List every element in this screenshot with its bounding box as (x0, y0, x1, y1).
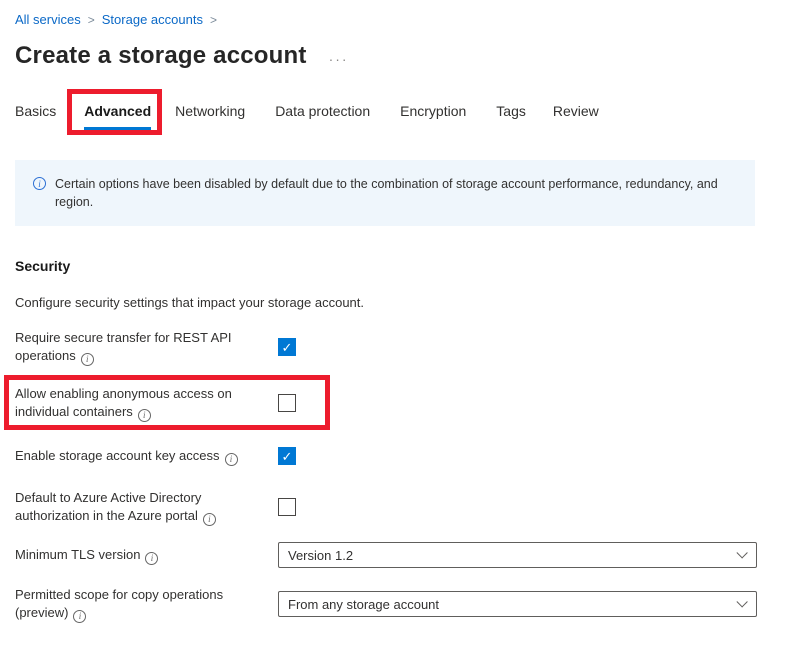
setting-row-min-tls: Minimum TLS version Version 1.2 (15, 542, 755, 568)
setting-row-copy-scope: Permitted scope for copy operations (pre… (15, 586, 755, 622)
checkbox-aad-authorization[interactable] (278, 498, 296, 516)
breadcrumb-link-all-services[interactable]: All services (15, 12, 81, 27)
dropdown-selected-value: From any storage account (288, 597, 736, 612)
tab-basics[interactable]: Basics (15, 103, 56, 130)
info-banner: Certain options have been disabled by de… (15, 160, 755, 226)
tab-data-protection[interactable]: Data protection (275, 103, 370, 130)
tab-tags[interactable]: Tags (496, 103, 526, 130)
breadcrumb-separator-icon: > (210, 13, 217, 27)
breadcrumb: All services > Storage accounts > (15, 12, 755, 28)
tab-review[interactable]: Review (553, 103, 599, 130)
info-icon[interactable] (73, 610, 86, 623)
more-options-icon[interactable]: ··· (329, 51, 349, 67)
dropdown-copy-scope[interactable]: From any storage account (278, 591, 757, 617)
info-icon[interactable] (138, 409, 151, 422)
tab-bar: Basics Advanced Networking Data protecti… (15, 103, 755, 130)
setting-label: Enable storage account key access (15, 447, 265, 465)
section-heading-security: Security (15, 258, 755, 274)
setting-label: Permitted scope for copy operations (pre… (15, 586, 265, 622)
setting-row-secure-transfer: Require secure transfer for REST API ope… (15, 329, 755, 365)
page-title: Create a storage account (15, 41, 307, 71)
checkbox-require-secure-transfer[interactable] (278, 338, 296, 356)
tab-networking[interactable]: Networking (175, 103, 245, 130)
checkbox-key-access[interactable] (278, 447, 296, 465)
info-icon[interactable] (81, 353, 94, 366)
dropdown-min-tls-version[interactable]: Version 1.2 (278, 542, 757, 568)
tab-encryption[interactable]: Encryption (400, 103, 466, 130)
info-icon[interactable] (203, 513, 216, 526)
breadcrumb-link-storage-accounts[interactable]: Storage accounts (102, 12, 203, 27)
section-description: Configure security settings that impact … (15, 295, 755, 310)
tab-advanced-wrapper: Advanced (84, 103, 151, 130)
dropdown-selected-value: Version 1.2 (288, 548, 736, 563)
info-icon (33, 177, 46, 190)
info-banner-text: Certain options have been disabled by de… (55, 175, 725, 211)
setting-row-aad-authorization: Default to Azure Active Directory author… (15, 489, 755, 525)
create-storage-account-page: All services > Storage accounts > Create a … (0, 0, 790, 645)
title-row: Create a storage account ··· (15, 41, 755, 71)
setting-label: Default to Azure Active Directory author… (15, 489, 265, 525)
info-icon[interactable] (145, 552, 158, 565)
tab-advanced[interactable]: Advanced (84, 103, 151, 130)
chevron-down-icon (736, 596, 747, 607)
breadcrumb-separator-icon: > (88, 13, 95, 27)
info-icon[interactable] (225, 453, 238, 466)
setting-label: Minimum TLS version (15, 546, 265, 564)
chevron-down-icon (736, 547, 747, 558)
setting-label: Require secure transfer for REST API ope… (15, 329, 265, 365)
checkbox-anonymous-access[interactable] (278, 394, 296, 412)
setting-row-anonymous-access: Allow enabling anonymous access on indiv… (15, 385, 755, 421)
setting-label: Allow enabling anonymous access on indiv… (15, 385, 265, 421)
setting-row-key-access: Enable storage account key access (15, 447, 755, 465)
settings-form: Require secure transfer for REST API ope… (15, 329, 755, 622)
